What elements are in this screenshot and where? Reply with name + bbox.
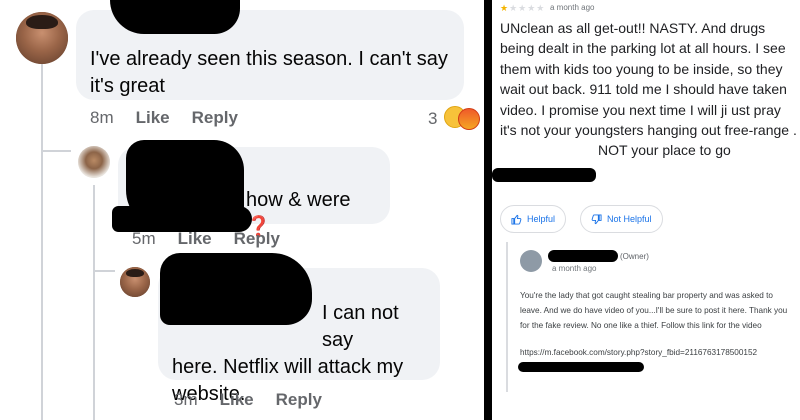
- like-button[interactable]: Like: [220, 390, 254, 410]
- like-button[interactable]: Like: [178, 229, 212, 249]
- review-body: UNclean as all get-out!! NASTY. And drug…: [500, 20, 797, 139]
- owner-time: a month ago: [552, 264, 597, 273]
- reply-button[interactable]: Reply: [276, 390, 322, 410]
- comment-text: I've already seen this season. I can't s…: [90, 48, 448, 97]
- reaction-count[interactable]: 3: [428, 109, 437, 129]
- not-helpful-button[interactable]: Not Helpful: [580, 205, 663, 233]
- facebook-comments-panel: I've already seen this season. I can't s…: [0, 0, 484, 420]
- avatar[interactable]: [16, 12, 68, 64]
- star-rating: ★★★★★: [500, 3, 545, 14]
- comment-text: how & were: [246, 189, 351, 211]
- comment-time[interactable]: 8m: [90, 108, 114, 128]
- avatar[interactable]: [120, 267, 150, 297]
- review-time: a month ago: [550, 3, 595, 12]
- comment-time[interactable]: 3m: [174, 390, 198, 410]
- angry-reaction-icon[interactable]: [458, 108, 480, 130]
- redaction-mark: [548, 250, 618, 262]
- redaction-mark: [518, 362, 644, 372]
- review-tail: NOT your place to go: [598, 142, 731, 159]
- owner-avatar[interactable]: [520, 250, 542, 272]
- redaction-mark: [160, 253, 312, 325]
- comment-actions: 5m Like Reply: [132, 229, 280, 249]
- reply-button[interactable]: Reply: [234, 229, 280, 249]
- comment-actions: 8m Like Reply: [90, 108, 238, 128]
- like-button[interactable]: Like: [136, 108, 170, 128]
- helpful-button[interactable]: Helpful: [500, 205, 567, 233]
- reply-button[interactable]: Reply: [192, 108, 238, 128]
- helpful-label: Helpful: [527, 214, 556, 224]
- avatar-hair: [26, 14, 58, 30]
- avatar-image: [78, 146, 110, 178]
- owner-label: (Owner): [620, 252, 649, 261]
- redaction-mark: [110, 0, 240, 34]
- comment-time[interactable]: 5m: [132, 229, 156, 249]
- not-helpful-label: Not Helpful: [607, 214, 652, 224]
- redaction-mark: [492, 168, 596, 182]
- avatar-hair: [126, 268, 144, 277]
- review-text: UNclean as all get-out!! NASTY. And drug…: [500, 18, 798, 161]
- comment-actions: 3m Like Reply: [174, 390, 322, 410]
- thumbs-up-icon: [511, 214, 522, 225]
- star-icon: ★: [500, 3, 510, 13]
- thumbs-down-icon: [591, 213, 602, 224]
- star-icon: ★★★★: [509, 3, 546, 13]
- owner-link[interactable]: https://m.facebook.com/story.php?story_f…: [520, 348, 757, 357]
- thread-branch: [41, 150, 71, 152]
- thread-branch-nested: [93, 270, 115, 272]
- avatar[interactable]: [78, 146, 110, 178]
- owner-reply-line: [506, 242, 508, 392]
- google-review-panel: ★★★★★ a month ago UNclean as all get-out…: [492, 0, 800, 420]
- thread-line: [41, 62, 43, 420]
- owner-response: You're the lady that got caught stealing…: [520, 291, 788, 330]
- thread-line-nested: [93, 185, 95, 420]
